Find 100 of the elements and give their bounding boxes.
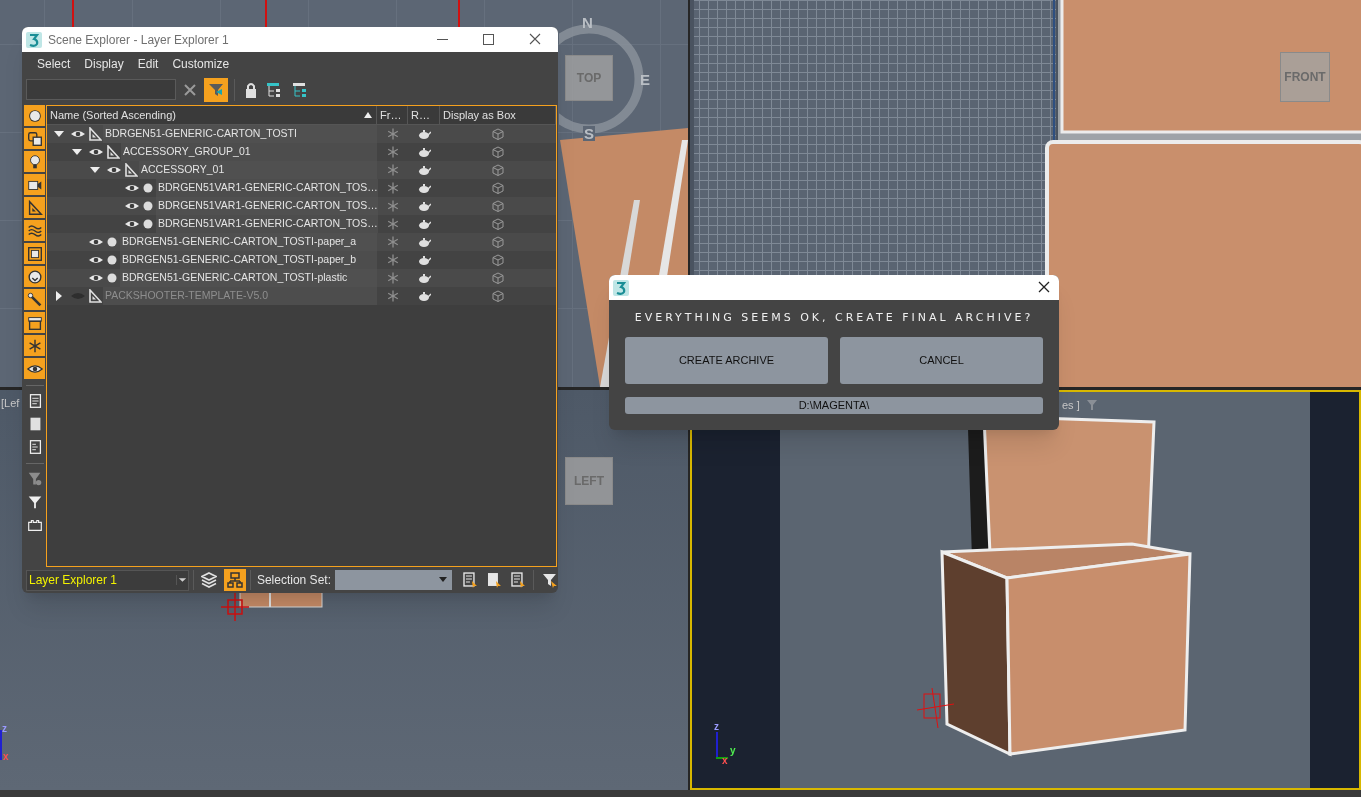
tree-item[interactable]: BDRGEN51VAR1-GENERIC-CARTON_TOS… (156, 197, 378, 215)
cube-icon[interactable] (492, 146, 504, 158)
snowflake-icon[interactable] (386, 182, 399, 194)
app-icon (613, 279, 629, 296)
tree-item[interactable]: BDRGEN51-GENERIC-CARTON_TOSTI-paper_a (120, 233, 377, 251)
teapot-icon[interactable] (417, 254, 431, 266)
hierarchy-button[interactable] (224, 569, 246, 591)
dot-icon (105, 236, 119, 248)
dialog-message: EVERYTHING SEEMS OK, CREATE FINAL ARCHIVE? (633, 310, 1035, 326)
axis-label: y (730, 746, 736, 756)
teapot-icon[interactable] (417, 146, 431, 158)
teapot-icon[interactable] (417, 236, 431, 248)
cube-icon[interactable] (492, 128, 504, 140)
funnel-icon[interactable] (542, 572, 558, 588)
search-field[interactable] (26, 79, 176, 100)
tree-item[interactable]: BDRGEN51VAR1-GENERIC-CARTON_TOS… (156, 215, 378, 233)
lock-icon[interactable] (243, 80, 259, 99)
tree-item[interactable]: BDRGEN51-GENERIC-CARTON_TOSTI (103, 125, 377, 143)
select-invert-icon[interactable] (510, 572, 527, 588)
teapot-icon[interactable] (417, 272, 431, 284)
selection-set-dropdown[interactable] (334, 570, 453, 590)
dot-icon (141, 218, 155, 230)
path-field: D:\MAGENTA\ (625, 396, 1043, 414)
hierarchy-icon[interactable] (265, 80, 283, 99)
dot-icon (141, 182, 155, 194)
snowflake-icon[interactable] (386, 218, 399, 230)
tree-item[interactable]: BDRGEN51-GENERIC-CARTON_TOSTI-paper_b (120, 251, 377, 269)
hierarchy-icon (226, 572, 243, 588)
filter-toggle[interactable] (24, 105, 45, 126)
select-all-icon[interactable] (462, 572, 479, 588)
cube-icon[interactable] (492, 200, 504, 212)
teapot-icon[interactable] (417, 128, 431, 140)
axis-label: x (3, 752, 9, 762)
filter-toggle[interactable] (24, 174, 45, 195)
selection-set-label: Selection Set: (256, 572, 331, 589)
eye-icon[interactable] (124, 200, 140, 212)
cube-icon[interactable] (492, 164, 504, 176)
crosshair-icon (220, 592, 250, 622)
tree-item[interactable]: BDRGEN51-GENERIC-CARTON_TOSTI-plastic (120, 269, 377, 287)
group-icon (25, 244, 44, 263)
teapot-icon[interactable] (417, 218, 431, 230)
filter-toggle[interactable] (24, 358, 45, 379)
axis-label: z (714, 722, 719, 732)
dot-icon (141, 200, 155, 212)
tree-item[interactable]: BDRGEN51VAR1-GENERIC-CARTON_TOS… (156, 179, 378, 197)
eye-icon[interactable] (88, 146, 104, 158)
dialog-button[interactable]: CREATE ARCHIVE (625, 336, 828, 384)
eye-icon[interactable] (88, 272, 104, 284)
snowflake-icon[interactable] (386, 236, 399, 248)
snowflake-icon[interactable] (386, 128, 399, 140)
eye-icon[interactable] (88, 254, 104, 266)
cube-icon[interactable] (492, 218, 504, 230)
eye-icon[interactable] (124, 218, 140, 230)
explorer-dropdown[interactable]: Layer Explorer 1 (26, 569, 190, 591)
viewport-label[interactable]: es ] (1062, 397, 1080, 414)
teapot-icon[interactable] (417, 290, 431, 302)
eye-icon[interactable] (106, 164, 122, 176)
filter-toggle[interactable] (24, 151, 45, 172)
viewport-label[interactable]: [Lef (1, 395, 20, 412)
menu-item[interactable]: Select (31, 55, 77, 73)
snowflake-icon[interactable] (386, 164, 399, 176)
snowflake-icon[interactable] (386, 272, 399, 284)
filter-button[interactable] (204, 77, 228, 102)
column-header[interactable]: Display as Box (440, 106, 556, 124)
funnel-icon (208, 81, 224, 98)
dialog-button[interactable]: CANCEL (840, 336, 1043, 384)
column-header[interactable]: R… (408, 106, 440, 124)
snowflake-icon[interactable] (386, 254, 399, 266)
menu-item[interactable]: Customize (166, 55, 236, 73)
select-none-icon[interactable] (486, 572, 503, 588)
filter-toggle[interactable] (24, 243, 45, 264)
filter-toggle[interactable] (24, 128, 45, 149)
tree-item[interactable]: ACCESSORY_GROUP_01 (121, 143, 377, 161)
hierarchy-icon[interactable] (291, 80, 309, 99)
column-header[interactable]: Fr… (377, 106, 408, 124)
eye-icon[interactable] (124, 182, 140, 194)
tree-item[interactable]: ACCESSORY_01 (139, 161, 377, 179)
snowflake-icon[interactable] (386, 290, 399, 302)
snowflake-icon[interactable] (386, 146, 399, 158)
eye-icon[interactable] (88, 236, 104, 248)
menu-item[interactable]: Display (78, 55, 130, 73)
cube-icon[interactable] (492, 236, 504, 248)
cube-icon[interactable] (492, 182, 504, 194)
filter-toggle[interactable] (24, 197, 45, 218)
snowflake-icon[interactable] (386, 200, 399, 212)
filter-toggle[interactable] (24, 335, 45, 356)
column-header[interactable]: Name (Sorted Ascending) (47, 106, 377, 124)
clear-icon[interactable] (182, 81, 198, 98)
app-icon (26, 31, 42, 48)
cube-icon[interactable] (492, 290, 504, 302)
cube-icon[interactable] (492, 272, 504, 284)
teapot-icon[interactable] (417, 200, 431, 212)
teapot-icon[interactable] (417, 182, 431, 194)
cube-icon[interactable] (492, 254, 504, 266)
filter-toggle[interactable] (24, 312, 45, 333)
menu-item[interactable]: Edit (131, 55, 165, 73)
compass-letter: N (582, 13, 593, 33)
filter-toggle[interactable] (24, 220, 45, 241)
eye-icon[interactable] (70, 128, 86, 140)
teapot-icon[interactable] (417, 164, 431, 176)
